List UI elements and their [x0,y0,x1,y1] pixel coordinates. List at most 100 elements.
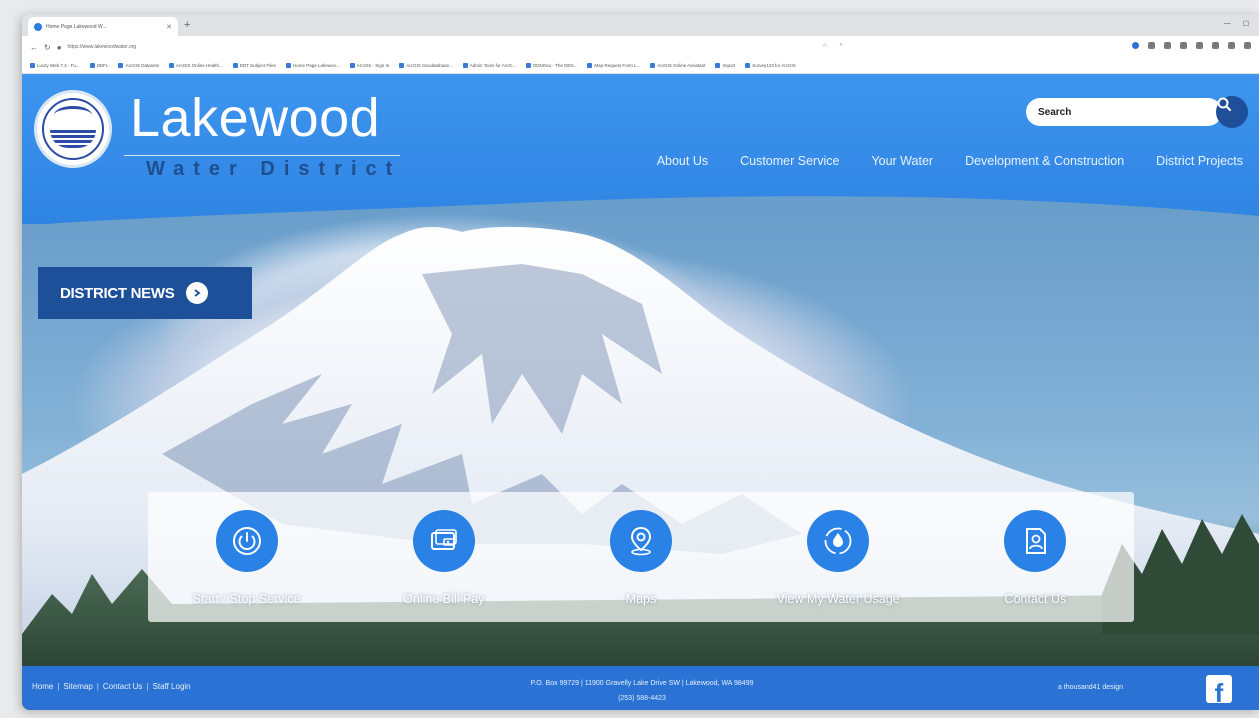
minimize-icon[interactable]: — [1224,20,1231,28]
zoom-icon[interactable]: ⌕ [839,42,842,49]
footer-address-line: P.O. Box 99729 | 11900 Gravelly Lake Dri… [530,680,754,687]
facebook-glyph: f [1214,678,1224,703]
map-pin-icon [609,510,672,572]
nav-your-water[interactable]: Your Water [855,154,949,168]
bookmark-icon [715,63,721,68]
search-box [1026,98,1222,126]
quick-link-online-bill-pay[interactable]: Online Bill Pay [359,510,529,606]
tab-strip: Home Page Lakewood W... ✕ + — ☐ [22,14,1259,36]
lock-icon: ● [56,42,62,52]
extensions-bar [1132,42,1251,49]
search-button[interactable] [1216,96,1248,128]
profile-icon[interactable] [1132,42,1139,49]
bookmark-label: DDT Subject Files [239,63,276,68]
quick-link-label: Maps [625,592,657,606]
bookmark-item[interactable]: ArcGIS Geodatabase... [399,63,453,68]
power-icon [215,510,278,572]
quick-link-start-stop-service[interactable]: Start / Stop Service [162,510,332,606]
site-title[interactable]: Lakewood [130,88,380,148]
quick-link-contact-us[interactable]: Contact Us [950,510,1120,606]
window-controls: — ☐ [1224,20,1249,28]
bookmark-item[interactable]: ODNGeo - The DEN... [525,63,577,68]
bookmark-label: ArcGIS Online Assistant [657,63,706,68]
footer-link-sitemap[interactable]: Sitemap [63,682,92,691]
bookmark-label: Import [722,63,736,68]
bookmark-item[interactable]: ArcGIS - Sign In [349,63,390,68]
maximize-icon[interactable]: ☐ [1243,20,1249,28]
extension-icon[interactable] [1228,42,1235,49]
footer-separator: | [57,682,60,691]
refresh-icon[interactable]: ↻ [44,43,51,52]
search-input[interactable] [1038,106,1188,118]
footer-link-staff-login[interactable]: Staff Login [153,682,191,691]
district-news-button[interactable]: DISTRICT NEWS [38,267,252,319]
nav-about-us[interactable]: About Us [641,154,724,168]
close-tab-icon[interactable]: ✕ [166,23,172,31]
bookmark-item[interactable]: ArcGIS Datasets [118,63,159,68]
extension-icon[interactable] [1180,42,1187,49]
bookmark-item[interactable]: DDFL [89,63,109,68]
extension-icon[interactable] [1148,42,1155,49]
bookmark-icon [462,63,468,68]
address-bar: ← ↻ ● https://www.lakewoodwater.org ☆ ⌕ [22,36,1259,58]
bookmark-item[interactable]: DDT Subject Files [232,63,276,68]
back-icon[interactable]: ← [30,43,38,52]
footer-link-home[interactable]: Home [32,682,53,691]
footer-credit[interactable]: a thousand41 design [1058,684,1123,691]
nav-district-projects[interactable]: District Projects [1140,154,1259,168]
bookmark-label: ArcGIS Online Health... [175,63,223,68]
bookmark-icon [349,63,355,68]
bookmark-item[interactable]: ArcGIS Online Health... [168,63,223,68]
quick-link-label: View My Water Usage [776,592,900,606]
bookmark-label: ArcGIS - Sign In [356,63,390,68]
bookmark-icon [525,63,531,68]
extension-icon[interactable] [1164,42,1171,49]
browser-tab[interactable]: Home Page Lakewood W... ✕ [28,17,178,36]
footer-address: P.O. Box 99729 | 11900 Gravelly Lake Dri… [452,676,832,706]
browser-window: Home Page Lakewood W... ✕ + — ☐ ← ↻ ● ht… [22,14,1259,710]
bookmark-icon [168,63,174,68]
star-icon[interactable]: ☆ [822,42,827,49]
nav-customer-service[interactable]: Customer Service [724,154,855,168]
extension-icon[interactable] [1212,42,1219,49]
bookmark-item[interactable]: Admin Tools for ArcG... [462,63,516,68]
bookmark-label: DDFL [96,63,109,68]
footer-separator: | [146,682,149,691]
quick-link-view-my-water-usage[interactable]: View My Water Usage [753,510,923,606]
quick-link-label: Contact Us [1004,592,1067,606]
bookmark-icon [89,63,95,68]
favicon-icon [34,22,42,31]
district-news-label: DISTRICT NEWS [60,284,175,302]
footer-link-contact-us[interactable]: Contact Us [103,682,143,691]
bookmark-icon [745,63,751,68]
site-subtitle: Water District [146,158,402,180]
bookmark-item[interactable]: Map Request Form L... [587,63,640,68]
bookmark-item[interactable]: Home Page Lakewoo... [285,63,340,68]
facebook-icon[interactable]: f [1206,675,1232,703]
footer-links: Home | Sitemap | Contact Us | Staff Logi… [32,682,191,691]
site-header: Lakewood Water District About UsCustomer… [22,74,1259,224]
nav-development-construction[interactable]: Development & Construction [949,154,1140,168]
bookmark-label: Survey123 for ArcGIS [752,63,796,68]
bookmark-item[interactable]: Lucity Web 7.3 - Fu... [30,63,80,68]
district-logo[interactable] [34,90,112,168]
contact-card-icon [1004,510,1067,572]
bookmark-label: Home Page Lakewoo... [292,63,340,68]
quick-link-maps[interactable]: Maps [556,510,726,606]
bookmark-icon [118,63,124,68]
bookmark-item[interactable]: Survey123 for ArcGIS [745,63,796,68]
bookmark-icon [650,63,656,68]
url-field[interactable]: https://www.lakewoodwater.org [68,44,248,50]
address-actions: ☆ ⌕ [822,42,843,49]
footer-phone[interactable]: (253) 588-4423 [452,691,832,706]
menu-icon[interactable] [1244,42,1251,49]
extension-icon[interactable] [1196,42,1203,49]
main-navigation: About Us Customer Service Your Water Develo… [641,154,1259,168]
logo-waves [50,130,96,148]
bookmark-item[interactable]: Import [715,63,735,68]
title-divider [124,155,400,156]
bookmark-item[interactable]: ArcGIS Online Assistant [650,63,705,68]
bookmarks-bar: Lucity Web 7.3 - Fu... DDFL ArcGIS Dataset… [22,58,1259,74]
site-footer: Home | Sitemap | Contact Us | Staff Logi… [22,666,1259,710]
new-tab-icon[interactable]: + [184,19,190,31]
